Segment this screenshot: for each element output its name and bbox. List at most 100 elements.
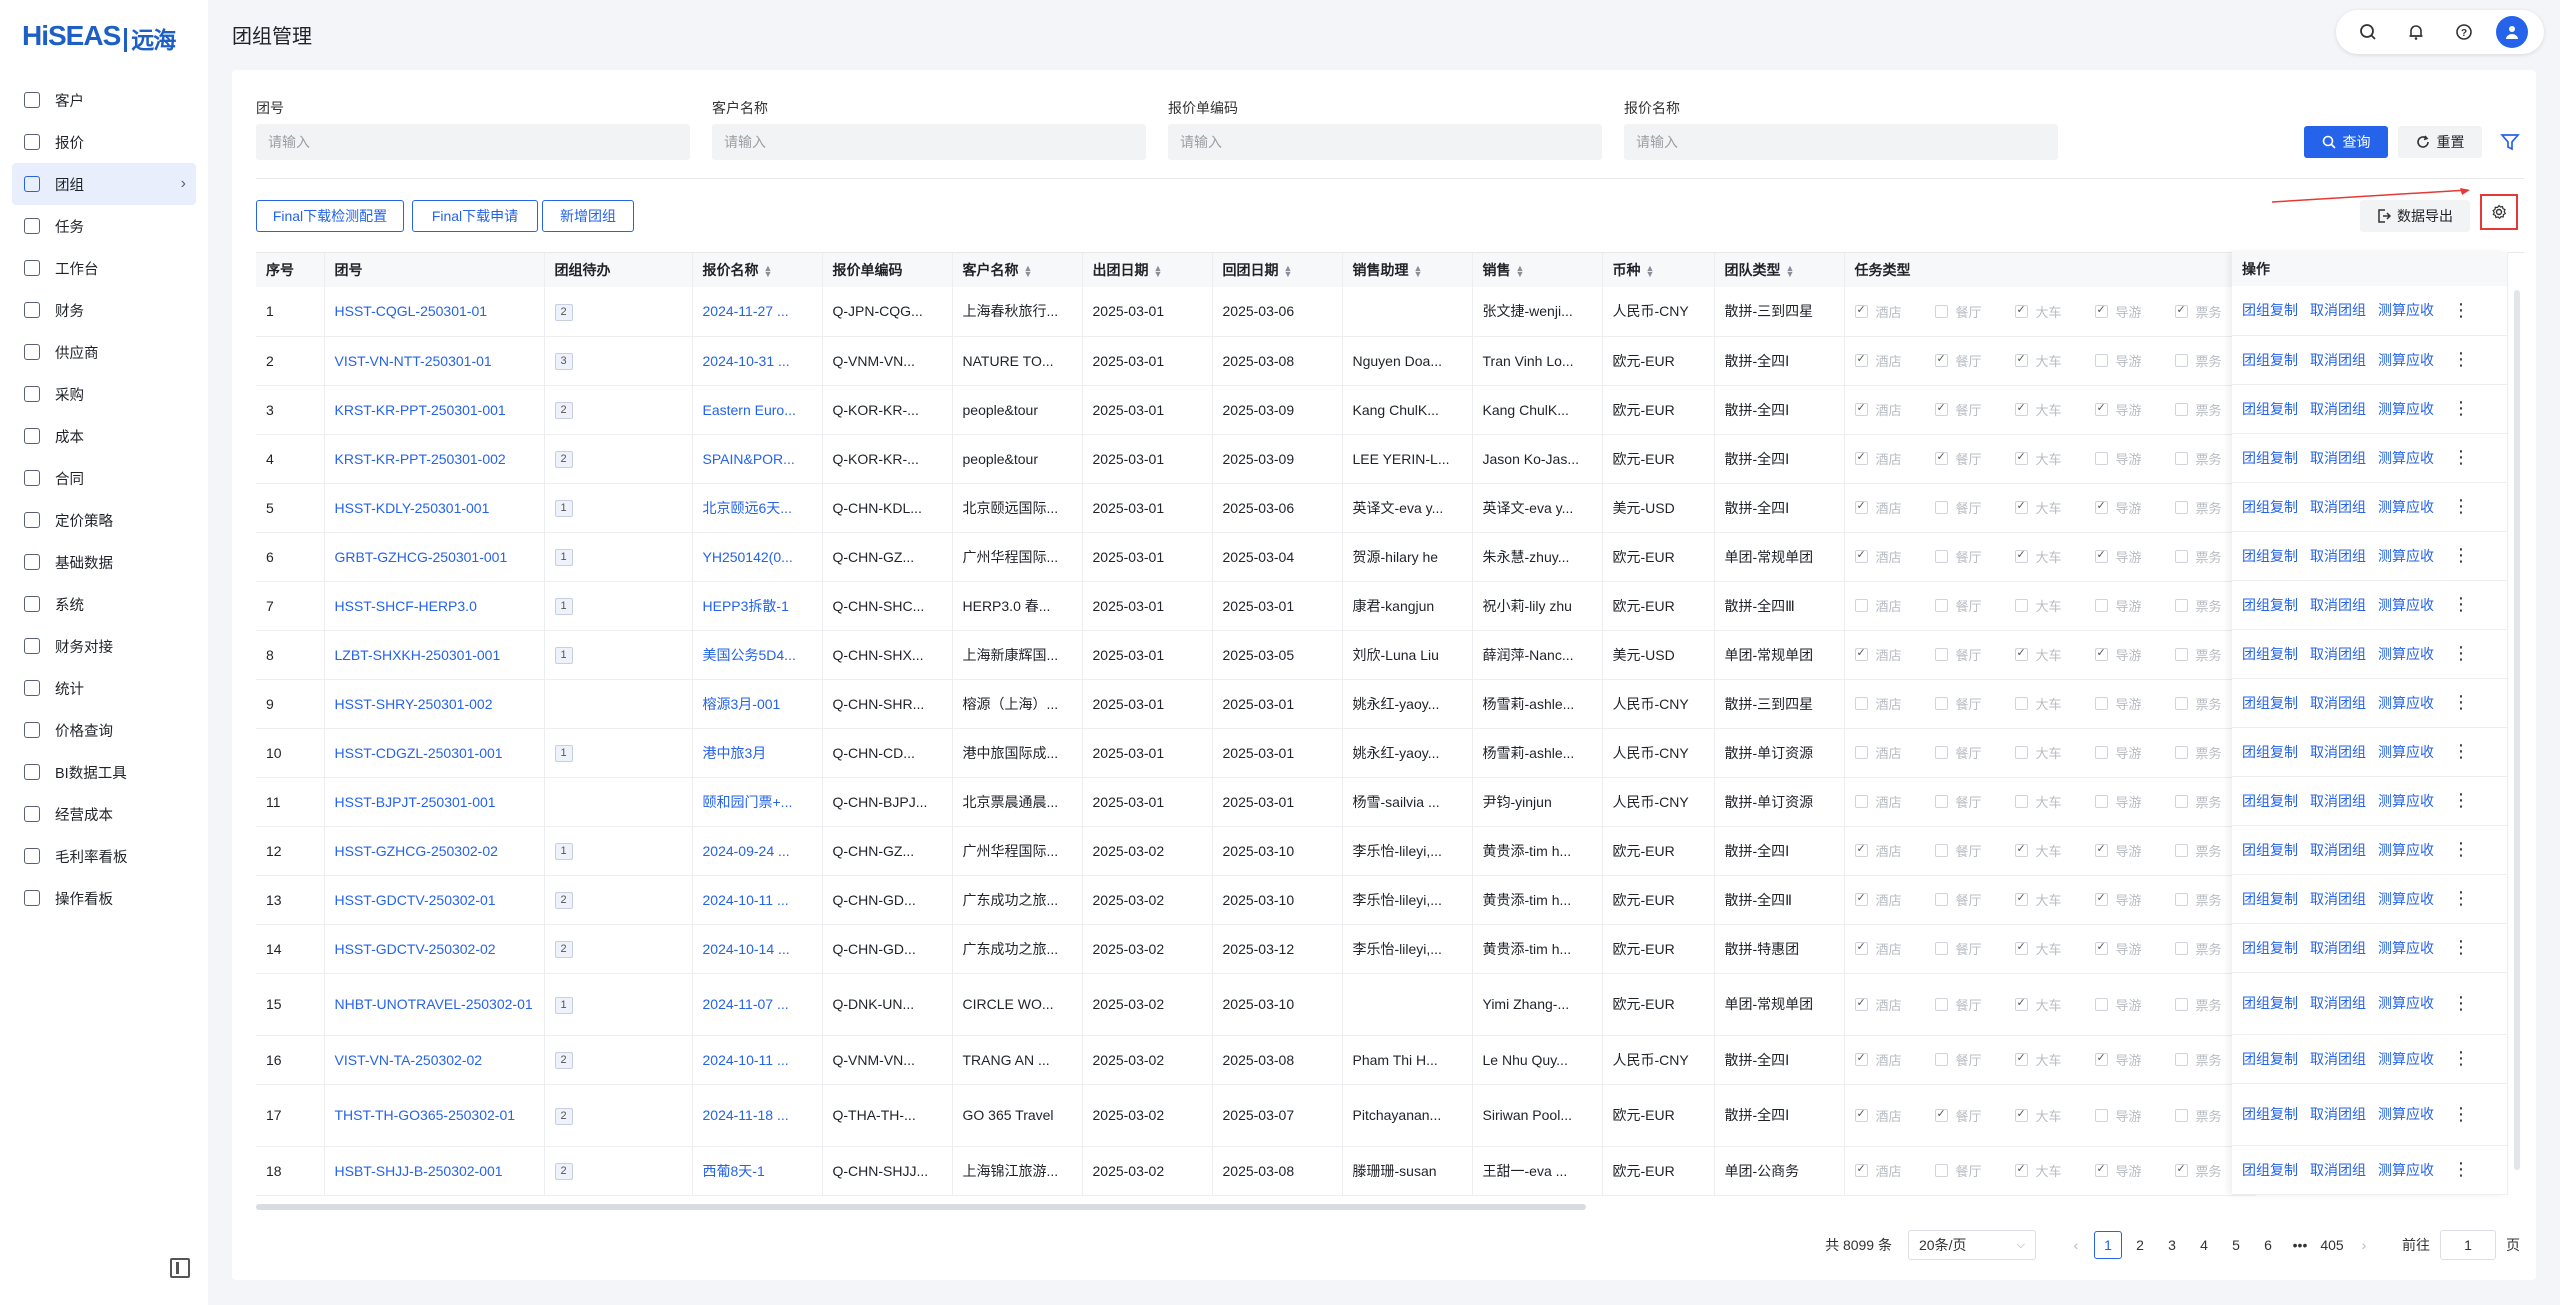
more-icon[interactable]: ⋮ <box>2452 741 2470 762</box>
group-link[interactable]: LZBT-SHXKH-250301-001 <box>335 647 501 663</box>
copy-group-link[interactable]: 团组复制 <box>2242 448 2298 468</box>
more-icon[interactable]: ⋮ <box>2452 888 2470 909</box>
cancel-group-link[interactable]: 取消团组 <box>2310 938 2366 958</box>
quote-link[interactable]: 2024-10-31 ... <box>703 353 790 369</box>
quote-link[interactable]: 榕源3月-001 <box>703 696 781 712</box>
sidebar-item-9[interactable]: 合同 <box>12 457 196 499</box>
copy-group-link[interactable]: 团组复制 <box>2242 993 2298 1013</box>
sidebar-item-6[interactable]: 供应商 <box>12 331 196 373</box>
cancel-group-link[interactable]: 取消团组 <box>2310 644 2366 664</box>
sidebar-item-3[interactable]: 任务 <box>12 205 196 247</box>
group-link[interactable]: HSST-CDGZL-250301-001 <box>335 745 503 761</box>
more-icon[interactable]: ⋮ <box>2452 692 2470 713</box>
cancel-group-link[interactable]: 取消团组 <box>2310 448 2366 468</box>
column-header[interactable]: 回团日期 ▲ ▼ <box>1212 253 1343 287</box>
calc-receivable-link[interactable]: 测算应收 <box>2378 889 2434 909</box>
sidebar-item-19[interactable]: 操作看板 <box>12 877 196 919</box>
group-link[interactable]: GRBT-GZHCG-250301-001 <box>335 549 508 565</box>
column-header[interactable]: 销售助理 ▲ ▼ <box>1342 253 1473 287</box>
add-group-button[interactable]: 新增团组 <box>542 200 634 232</box>
page-number[interactable]: 2 <box>2126 1231 2154 1259</box>
copy-group-link[interactable]: 团组复制 <box>2242 889 2298 909</box>
copy-group-link[interactable]: 团组复制 <box>2242 1160 2298 1180</box>
todo-badge[interactable]: 2 <box>554 1163 573 1180</box>
quote-code-input[interactable]: 请输入 <box>1168 124 1602 160</box>
group-link[interactable]: HSST-SHCF-HERP3.0 <box>335 598 477 614</box>
sidebar-item-2[interactable]: 团组 › <box>12 163 196 205</box>
quote-link[interactable]: 颐和园门票+... <box>703 794 793 810</box>
cancel-group-link[interactable]: 取消团组 <box>2310 889 2366 909</box>
sidebar-item-4[interactable]: 工作台 <box>12 247 196 289</box>
sidebar-item-14[interactable]: 统计 <box>12 667 196 709</box>
more-icon[interactable]: ⋮ <box>2452 1104 2470 1125</box>
more-icon[interactable]: ⋮ <box>2452 545 2470 566</box>
cancel-group-link[interactable]: 取消团组 <box>2310 399 2366 419</box>
copy-group-link[interactable]: 团组复制 <box>2242 546 2298 566</box>
todo-badge[interactable]: 2 <box>554 451 573 468</box>
quote-link[interactable]: 北京颐远6天... <box>703 500 792 516</box>
search-icon[interactable] <box>2352 16 2384 48</box>
todo-badge[interactable]: 2 <box>554 402 573 419</box>
column-header[interactable]: 报价名称 ▲ ▼ <box>692 253 823 287</box>
todo-badge[interactable]: 1 <box>554 843 573 860</box>
more-icon[interactable]: ⋮ <box>2452 300 2470 321</box>
sidebar-collapse-icon[interactable] <box>170 1258 190 1278</box>
more-icon[interactable]: ⋮ <box>2452 937 2470 958</box>
filter-icon[interactable] <box>2500 132 2520 152</box>
cancel-group-link[interactable]: 取消团组 <box>2310 840 2366 860</box>
customer-name-input[interactable]: 请输入 <box>712 124 1146 160</box>
quote-link[interactable]: 美国公务5D4... <box>703 647 796 663</box>
cancel-group-link[interactable]: 取消团组 <box>2310 300 2366 320</box>
todo-badge[interactable]: 1 <box>554 500 573 517</box>
calc-receivable-link[interactable]: 测算应收 <box>2378 1160 2434 1180</box>
more-icon[interactable]: ⋮ <box>2452 594 2470 615</box>
cancel-group-link[interactable]: 取消团组 <box>2310 350 2366 370</box>
more-icon[interactable]: ⋮ <box>2452 1048 2470 1069</box>
calc-receivable-link[interactable]: 测算应收 <box>2378 742 2434 762</box>
cancel-group-link[interactable]: 取消团组 <box>2310 693 2366 713</box>
copy-group-link[interactable]: 团组复制 <box>2242 350 2298 370</box>
vertical-scrollbar[interactable] <box>2514 290 2520 1170</box>
sidebar-item-7[interactable]: 采购 <box>12 373 196 415</box>
calc-receivable-link[interactable]: 测算应收 <box>2378 693 2434 713</box>
column-header[interactable]: 销售 ▲ ▼ <box>1472 253 1603 287</box>
sort-icon[interactable]: ▲ ▼ <box>1414 264 1423 279</box>
brand-logo[interactable]: HiSEAS 远海 <box>22 12 176 52</box>
copy-group-link[interactable]: 团组复制 <box>2242 300 2298 320</box>
goto-page-input[interactable]: 1 <box>2440 1230 2496 1260</box>
quote-link[interactable]: 2024-10-11 ... <box>703 892 789 908</box>
column-header[interactable]: 客户名称 ▲ ▼ <box>952 253 1083 287</box>
cancel-group-link[interactable]: 取消团组 <box>2310 791 2366 811</box>
page-number[interactable]: ••• <box>2286 1231 2314 1259</box>
sidebar-item-15[interactable]: 价格查询 <box>12 709 196 751</box>
search-button[interactable]: 查询 <box>2304 126 2388 158</box>
help-icon[interactable]: ? <box>2448 16 2480 48</box>
more-icon[interactable]: ⋮ <box>2452 993 2470 1014</box>
todo-badge[interactable]: 1 <box>554 647 573 664</box>
calc-receivable-link[interactable]: 测算应收 <box>2378 1049 2434 1069</box>
more-icon[interactable]: ⋮ <box>2452 1159 2470 1180</box>
sidebar-item-10[interactable]: 定价策略 <box>12 499 196 541</box>
sidebar-item-12[interactable]: 系统 <box>12 583 196 625</box>
page-number[interactable]: 5 <box>2222 1231 2250 1259</box>
calc-receivable-link[interactable]: 测算应收 <box>2378 300 2434 320</box>
sort-icon[interactable]: ▲ ▼ <box>1284 264 1293 279</box>
group-link[interactable]: HSST-KDLY-250301-001 <box>335 500 490 516</box>
todo-badge[interactable]: 3 <box>554 353 573 370</box>
quote-link[interactable]: Eastern Euro... <box>703 402 796 418</box>
sidebar-item-0[interactable]: 客户 <box>12 79 196 121</box>
reset-button[interactable]: 重置 <box>2398 126 2482 158</box>
group-link[interactable]: HSST-BJPJT-250301-001 <box>335 794 496 810</box>
sidebar-item-13[interactable]: 财务对接 <box>12 625 196 667</box>
calc-receivable-link[interactable]: 测算应收 <box>2378 1104 2434 1124</box>
group-link[interactable]: VIST-VN-NTT-250301-01 <box>335 353 492 369</box>
calc-receivable-link[interactable]: 测算应收 <box>2378 938 2434 958</box>
todo-badge[interactable]: 1 <box>554 598 573 615</box>
calc-receivable-link[interactable]: 测算应收 <box>2378 993 2434 1013</box>
more-icon[interactable]: ⋮ <box>2452 790 2470 811</box>
page-number[interactable]: 405 <box>2318 1231 2346 1259</box>
group-link[interactable]: HSST-SHRY-250301-002 <box>335 696 493 712</box>
final-download-apply-button[interactable]: Final下载申请 <box>412 200 538 232</box>
todo-badge[interactable]: 2 <box>554 1052 573 1069</box>
export-button[interactable]: 数据导出 <box>2360 200 2470 232</box>
